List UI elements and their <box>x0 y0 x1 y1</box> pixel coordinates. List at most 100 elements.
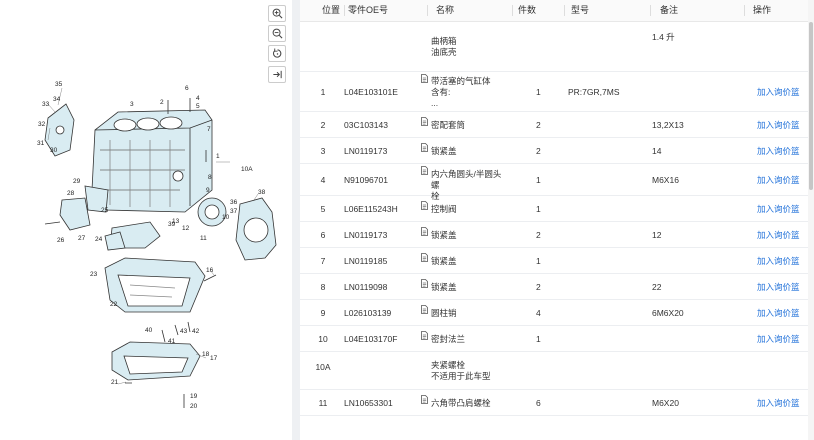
cell-qty: 2 <box>536 120 541 130</box>
column-divider <box>744 5 745 16</box>
table-header: 位置 零件OE号 名称 件数 型号 备注 操作 <box>300 0 808 22</box>
table-row: 2 03C103143 密配套筒 2 13,2X13 加入询价篮 <box>300 112 808 138</box>
cell-oe: LN0119173 <box>344 146 388 156</box>
add-to-inquiry-link[interactable]: 加入询价篮 <box>757 87 800 98</box>
svg-text:10A: 10A <box>241 166 253 173</box>
reset-view-button[interactable] <box>268 45 286 62</box>
column-divider <box>427 5 428 16</box>
collapse-panel-button[interactable] <box>268 66 286 83</box>
add-to-inquiry-link[interactable]: 加入询价篮 <box>757 398 800 409</box>
add-to-inquiry-link[interactable]: 加入询价篮 <box>757 282 800 293</box>
svg-text:11: 11 <box>200 235 207 242</box>
add-to-inquiry-link[interactable]: 加入询价篮 <box>757 204 800 215</box>
column-header-position: 位置 <box>322 5 341 15</box>
table-scrollbar-thumb[interactable] <box>809 22 813 190</box>
part-name-line: 锁紧盖 <box>431 146 457 156</box>
cell-pos: 3 <box>320 146 326 156</box>
document-icon[interactable] <box>421 279 428 288</box>
svg-text:36: 36 <box>230 199 238 206</box>
cell-oe: LN0119173 <box>344 230 388 240</box>
add-to-inquiry-link[interactable]: 加入询价篮 <box>757 120 800 131</box>
cell-oe: 03C103143 <box>344 120 388 130</box>
svg-text:9: 9 <box>206 187 210 194</box>
table-row: 9 L026103139 圆柱销 4 6M6X20 加入询价篮 <box>300 300 808 326</box>
part-name-line: 锁紧盖 <box>431 230 457 240</box>
add-to-inquiry-link[interactable]: 加入询价篮 <box>757 308 800 319</box>
add-to-inquiry-link[interactable]: 加入询价篮 <box>757 256 800 267</box>
cell-oe: LN10653301 <box>344 398 393 408</box>
part-name-line: 含有: <box>431 87 451 97</box>
svg-text:29: 29 <box>73 178 81 185</box>
table-row: 3 LN0119173 锁紧盖 2 14 加入询价篮 <box>300 138 808 164</box>
document-icon[interactable] <box>421 395 428 404</box>
part-name-line: 不适用于此车型 <box>431 371 491 381</box>
zoom-in-button[interactable] <box>268 5 286 22</box>
document-icon[interactable] <box>421 201 428 210</box>
part-name-line: 控制阀 <box>431 204 457 214</box>
cell-name: 曲柄箱 油底壳 <box>431 36 509 58</box>
cell-note: 1.4 升 <box>652 32 675 42</box>
cell-oe: N91096701 <box>344 175 388 185</box>
svg-text:43: 43 <box>180 328 188 335</box>
column-divider <box>344 5 345 16</box>
document-icon[interactable] <box>421 74 428 83</box>
column-header-oe-number: 零件OE号 <box>348 5 389 15</box>
document-icon[interactable] <box>421 253 428 262</box>
column-header-name: 名称 <box>436 5 455 15</box>
svg-text:28: 28 <box>67 190 75 197</box>
svg-text:16: 16 <box>206 267 214 274</box>
document-icon[interactable] <box>421 331 428 340</box>
cell-qty: 4 <box>536 308 541 318</box>
cell-oe: L04E103101E <box>344 87 398 97</box>
svg-text:35: 35 <box>55 81 63 88</box>
part-name-line: 圆柱销 <box>431 308 457 318</box>
svg-text:12: 12 <box>182 225 190 232</box>
cell-name: 锁紧盖 <box>431 256 509 267</box>
document-icon[interactable] <box>421 305 428 314</box>
table-row: 10 L04E103170F 密封法兰 1 加入询价篮 <box>300 326 808 352</box>
svg-text:1: 1 <box>216 153 220 160</box>
table-row: 5 L06E115243H 控制阀 1 加入询价篮 <box>300 196 808 222</box>
cell-qty: 6 <box>536 398 541 408</box>
svg-text:19: 19 <box>190 393 198 400</box>
part-name-line: 油底壳 <box>431 47 457 57</box>
zoom-out-button[interactable] <box>268 25 286 42</box>
column-divider <box>512 5 513 16</box>
svg-text:3: 3 <box>130 101 134 108</box>
pane-splitter[interactable] <box>292 0 300 440</box>
parts-table: 位置 零件OE号 名称 件数 型号 备注 操作 曲柄箱 油底壳 1.4 升 1 L04E… <box>300 0 814 440</box>
cell-pos: 10 <box>318 334 328 344</box>
svg-text:18: 18 <box>202 351 210 358</box>
document-icon[interactable] <box>421 117 428 126</box>
cell-note: M6X20 <box>652 398 679 408</box>
cell-qty: 1 <box>536 87 541 97</box>
svg-text:37: 37 <box>230 208 238 215</box>
cell-qty: 2 <box>536 282 541 292</box>
document-icon[interactable] <box>421 227 428 236</box>
column-header-quantity: 件数 <box>518 5 537 15</box>
cell-note: 12 <box>652 230 662 240</box>
svg-text:13: 13 <box>172 218 180 225</box>
table-row: 10A 夹紧螺栓 不适用于此车型 <box>300 352 808 390</box>
cell-pos: 5 <box>320 204 326 214</box>
cell-pos: 4 <box>320 175 326 185</box>
table-scrollbar[interactable] <box>808 0 814 440</box>
engine-block-exploded-diagram[interactable]: 353433 323130 3 26 457 110A8 93637 1038 2… <box>0 0 292 440</box>
column-header-action: 操作 <box>753 5 772 15</box>
cell-note: M6X16 <box>652 175 679 185</box>
cell-type: PR:7GR,7MS <box>568 87 620 97</box>
add-to-inquiry-link[interactable]: 加入询价篮 <box>757 146 800 157</box>
part-name-line: 密封法兰 <box>431 334 466 344</box>
svg-text:41: 41 <box>168 338 176 345</box>
parts-catalog-view: 35 34 33 32 31 30 326 457 1 10A 8 9 36 37 10 38 2… <box>0 0 814 440</box>
cell-pos: 11 <box>318 398 328 408</box>
document-icon[interactable] <box>421 143 428 152</box>
svg-text:40: 40 <box>145 327 153 334</box>
add-to-inquiry-link[interactable]: 加入询价篮 <box>757 230 800 241</box>
add-to-inquiry-link[interactable]: 加入询价篮 <box>757 334 800 345</box>
add-to-inquiry-link[interactable]: 加入询价篮 <box>757 175 800 186</box>
cell-qty: 2 <box>536 230 541 240</box>
parts-diagram-pane[interactable]: 35 34 33 32 31 30 326 457 1 10A 8 9 36 37 10 38 2… <box>0 0 292 440</box>
table-row: 8 LN0119098 锁紧盖 2 22 加入询价篮 <box>300 274 808 300</box>
document-icon[interactable] <box>421 166 428 175</box>
